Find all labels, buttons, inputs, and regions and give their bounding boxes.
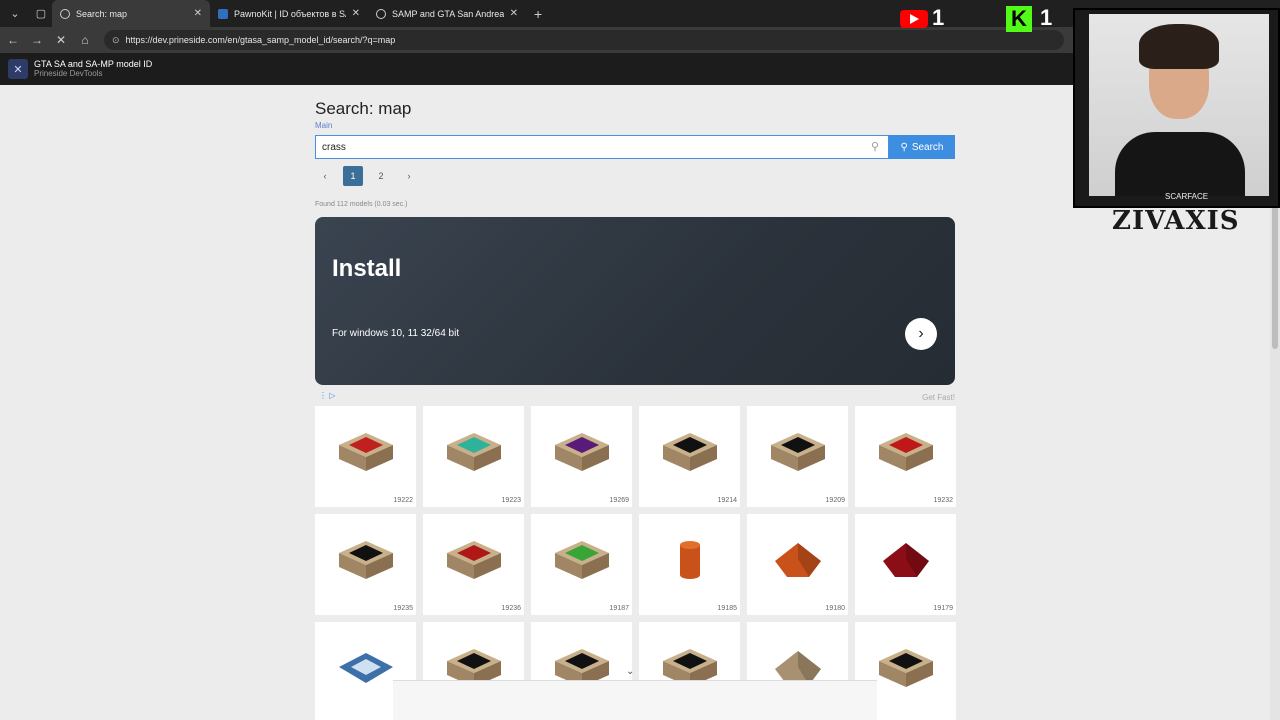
- close-icon[interactable]: ✕: [194, 8, 202, 19]
- streamer-hair: [1139, 24, 1219, 69]
- model-card[interactable]: 19185: [639, 514, 740, 615]
- tab-pawnokit[interactable]: PawnoKit | ID объектов в SAMP ✕: [210, 0, 368, 27]
- model-id: 19235: [393, 605, 413, 612]
- search-icon: ⚲: [900, 141, 908, 153]
- model-card[interactable]: 19222: [315, 406, 416, 507]
- ad-choices-icon[interactable]: ⋮ ▷: [319, 391, 335, 400]
- tab-samp-textures[interactable]: SAMP and GTA San Andreas textur ✕: [368, 0, 526, 27]
- site-subtitle: Prineside DevTools: [34, 69, 103, 78]
- next-page-icon[interactable]: ›: [399, 166, 419, 186]
- back-icon[interactable]: ←: [2, 33, 24, 47]
- close-icon[interactable]: ✕: [352, 8, 360, 19]
- model-id: 19209: [825, 497, 845, 504]
- results-count: Found 112 models (0.03 sec.): [315, 201, 408, 208]
- model-thumbnail: [338, 653, 393, 684]
- model-card[interactable]: 19223: [423, 406, 524, 507]
- ad-side-text[interactable]: Get Fast!: [922, 393, 955, 402]
- model-id: 19179: [933, 605, 953, 612]
- page-1[interactable]: 1: [343, 166, 363, 186]
- model-id: 19187: [609, 605, 629, 612]
- chevron-down-icon[interactable]: ⌄: [626, 666, 634, 677]
- model-grid: 19222 19223 19269 19214 19209 19232 19235 19236…: [315, 406, 956, 720]
- stop-loading-icon[interactable]: ✕: [50, 33, 72, 47]
- model-card[interactable]: 19269: [531, 406, 632, 507]
- model-thumbnail: [338, 541, 393, 580]
- search-form: ⚲ ⚲ Search: [315, 135, 955, 159]
- site-title[interactable]: GTA SA and SA-MP model ID: [34, 59, 152, 69]
- location-pin-icon: ⚲: [871, 141, 880, 153]
- model-card[interactable]: 19187: [531, 514, 632, 615]
- model-card[interactable]: 19209: [747, 406, 848, 507]
- forward-icon[interactable]: →: [26, 33, 48, 47]
- ad-title: Install: [332, 255, 402, 282]
- home-icon[interactable]: ⌂: [74, 33, 96, 47]
- loading-icon: [60, 8, 70, 19]
- model-id: 19185: [717, 605, 737, 612]
- close-icon[interactable]: ✕: [510, 8, 518, 19]
- model-id: 19214: [717, 497, 737, 504]
- model-thumbnail: [338, 433, 393, 472]
- search-input[interactable]: [315, 135, 889, 159]
- webcam-feed: SCARFACE: [1089, 14, 1269, 201]
- tab-search-map[interactable]: Search: map ✕: [52, 0, 210, 27]
- model-card[interactable]: 19180: [747, 514, 848, 615]
- model-id: 19232: [933, 497, 953, 504]
- model-thumbnail: [554, 433, 609, 472]
- model-card[interactable]: 19214: [639, 406, 740, 507]
- breadcrumb[interactable]: Main: [315, 121, 332, 130]
- pagination: ‹ 1 2 ›: [315, 166, 419, 186]
- shirt-text: SCARFACE: [1165, 192, 1209, 201]
- model-thumbnail: [679, 541, 700, 580]
- model-card[interactable]: 19179: [855, 514, 956, 615]
- model-thumbnail: [770, 433, 825, 472]
- youtube-count: 1: [932, 5, 945, 30]
- model-thumbnail: [554, 541, 609, 580]
- ad-subtitle: For windows 10, 11 32/64 bit: [332, 328, 460, 339]
- model-id: 19222: [393, 497, 413, 504]
- search-button[interactable]: ⚲ Search: [889, 135, 955, 159]
- new-tab-button[interactable]: +: [534, 6, 542, 22]
- model-id: 19269: [609, 497, 629, 504]
- model-id: 19236: [501, 605, 521, 612]
- webcam-overlay: SCARFACE: [1073, 8, 1280, 208]
- model-card[interactable]: 19236: [423, 514, 524, 615]
- site-logo-icon[interactable]: ✕: [8, 59, 28, 79]
- ad-banner[interactable]: Install For windows 10, 11 32/64 bit ›: [315, 217, 955, 385]
- model-thumbnail: [878, 649, 933, 688]
- streamer-body: [1115, 132, 1245, 196]
- site-info-icon[interactable]: ⊙: [112, 35, 120, 46]
- model-thumbnail: [882, 543, 929, 578]
- model-card[interactable]: 19232: [855, 406, 956, 507]
- model-id: 19180: [825, 605, 845, 612]
- youtube-icon: [900, 10, 928, 28]
- model-id: 19223: [501, 497, 521, 504]
- model-thumbnail: [878, 433, 933, 472]
- globe-icon: [376, 8, 386, 19]
- model-thumbnail: [446, 541, 501, 580]
- kick-icon: K: [1006, 6, 1032, 32]
- model-card[interactable]: 19235: [315, 514, 416, 615]
- page-title: Search: map: [315, 99, 412, 118]
- url-field[interactable]: ⊙ https://dev.prineside.com/en/gtasa_sam…: [104, 30, 1064, 50]
- streamer-name: ZIVAXIS: [1112, 206, 1240, 236]
- prev-page-icon[interactable]: ‹: [315, 166, 335, 186]
- model-thumbnail: [662, 433, 717, 472]
- ad-arrow-icon[interactable]: ›: [905, 318, 937, 350]
- page-2[interactable]: 2: [371, 166, 391, 186]
- bottom-ad-panel: [393, 680, 877, 720]
- pawnokit-favicon-icon: [218, 8, 228, 19]
- tab-list-icon[interactable]: ⌄: [4, 3, 26, 25]
- workspaces-icon[interactable]: ▢: [30, 3, 52, 25]
- model-thumbnail: [446, 433, 501, 472]
- kick-count: 1: [1040, 5, 1053, 30]
- model-thumbnail: [774, 543, 821, 578]
